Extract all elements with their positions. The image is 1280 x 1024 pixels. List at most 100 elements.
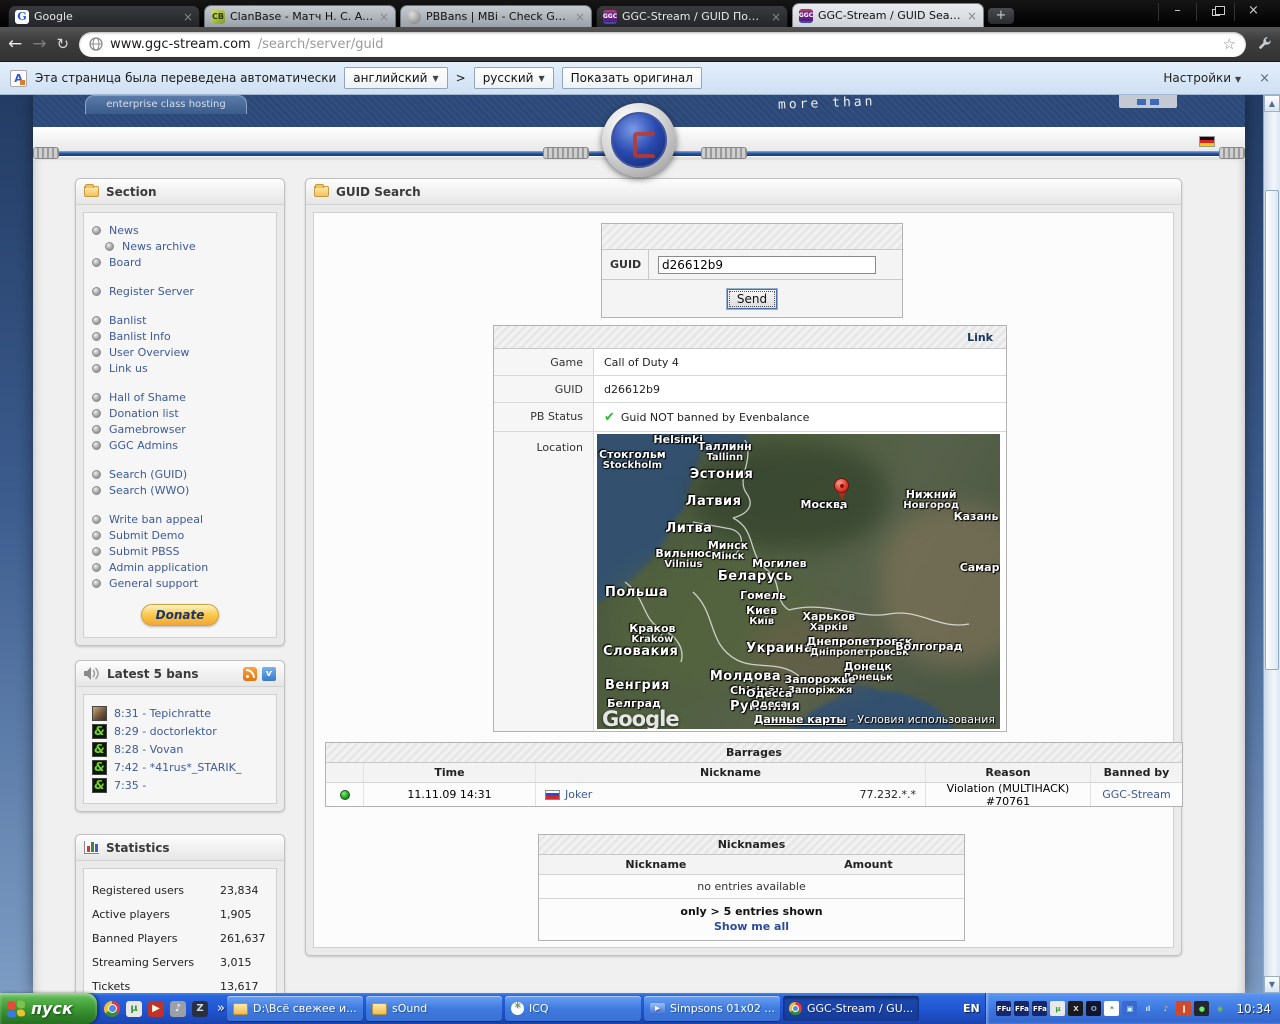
donate-button[interactable]: Donate [141, 604, 219, 626]
sidebar-link[interactable]: Search (WWO) [109, 484, 189, 497]
sidebar-item[interactable]: Donation list [92, 405, 268, 421]
jabber-icon[interactable]: ѵ [262, 666, 276, 681]
ban-entry[interactable]: & 8:29 - doctorlektor [92, 722, 268, 740]
browser-tab[interactable]: G Google × [8, 5, 200, 27]
browser-tab[interactable]: GGC GGC-Stream / GUID Поиск × [596, 5, 788, 27]
tab-close-icon[interactable]: × [967, 10, 977, 22]
banned-by-link[interactable]: GGC-Stream [1102, 788, 1171, 801]
nickname-link[interactable]: Joker [565, 788, 592, 801]
translate-close-icon[interactable]: × [1259, 71, 1270, 86]
taskbar-task[interactable]: * ICQ [504, 996, 641, 1021]
sidebar-item[interactable]: Hall of Shame [92, 389, 268, 405]
table-row[interactable]: 11.11.09 14:31 Joker 77.232.*.* Violation (… [326, 782, 1182, 808]
ban-entry[interactable]: & 7:35 - [92, 776, 268, 794]
sidebar-link[interactable]: News [109, 224, 139, 237]
sidebar-link[interactable]: Banlist Info [109, 330, 171, 343]
sidebar-item[interactable]: Board [92, 254, 268, 270]
utorrent-tray-icon[interactable]: µ [1050, 1001, 1066, 1016]
opera-icon[interactable]: O [1086, 1001, 1102, 1016]
tab-close-icon[interactable]: × [575, 11, 585, 23]
taskbar-task[interactable]: GGC-Stream / GU... [782, 996, 919, 1021]
sidebar-link[interactable]: Admin application [109, 561, 208, 574]
nvidia-icon[interactable]: ◉ [1212, 1001, 1227, 1016]
sidebar-item[interactable]: Search (GUID) [92, 466, 268, 482]
back-icon[interactable]: ← [8, 35, 22, 53]
start-button[interactable]: пуск [0, 993, 97, 1024]
sidebar-item[interactable]: News [92, 222, 268, 238]
show-me-all-link[interactable]: Show me all [539, 920, 964, 933]
sidebar-link[interactable]: User Overview [109, 346, 189, 359]
utorrent-icon[interactable]: µ [126, 1000, 142, 1017]
remote-icon[interactable]: Z [192, 1000, 208, 1017]
browser-tab[interactable]: PBBans | MBi - Check GUID × [400, 5, 592, 27]
sidebar-link[interactable]: Submit Demo [109, 529, 184, 542]
sidebar-item[interactable]: Banlist [92, 312, 268, 328]
sidebar-link[interactable]: Hall of Shame [109, 391, 186, 404]
scroll-down-icon[interactable]: ▼ [1264, 976, 1280, 993]
sidebar-item[interactable]: General support [92, 575, 268, 591]
tab-close-icon[interactable]: × [771, 11, 781, 23]
translate-settings[interactable]: Настройки ▼ [1163, 71, 1241, 85]
sidebar-link[interactable]: News archive [122, 240, 196, 253]
sidebar-item[interactable]: Write ban appeal [92, 511, 268, 527]
link-header-link[interactable]: Link [967, 331, 993, 344]
rss-icon[interactable] [243, 666, 257, 681]
sidebar-link[interactable]: GGC Admins [109, 439, 178, 452]
close-icon[interactable]: × [1234, 3, 1272, 21]
flashfxp-a2-icon[interactable]: FFa [1032, 1001, 1048, 1016]
ggc-logo[interactable] [602, 103, 676, 177]
sidebar-link[interactable]: Submit PBSS [109, 545, 179, 558]
sidebar-link[interactable]: Board [109, 256, 141, 269]
sidebar-link[interactable]: Link us [109, 362, 148, 375]
browser-tab[interactable]: CB ClanBase - Матч Н. С. ACG × [204, 5, 396, 27]
sidebar-item[interactable]: Register Server [92, 283, 268, 299]
new-tab-button[interactable]: + [988, 8, 1014, 24]
forward-icon[interactable]: → [32, 35, 46, 53]
sidebar-item[interactable]: Gamebrowser [92, 421, 268, 437]
sidebar-item[interactable]: GGC Admins [92, 437, 268, 453]
volume-icon[interactable]: ♪ [170, 1000, 186, 1017]
ban-entry[interactable]: & 7:42 - *41rus*_STARIK_ [92, 758, 268, 776]
sidebar-link[interactable]: Search (GUID) [109, 468, 187, 481]
sidebar-link[interactable]: Gamebrowser [109, 423, 186, 436]
guid-input[interactable] [658, 255, 876, 274]
sidebar-link[interactable]: Donation list [109, 407, 179, 420]
wrench-icon[interactable] [1256, 36, 1272, 52]
xfire-icon[interactable]: X [1068, 1001, 1084, 1016]
chrome-icon[interactable] [104, 1000, 120, 1017]
flashfxp-a-icon[interactable]: FFa [1014, 1001, 1030, 1016]
sidebar-item[interactable]: Banlist Info [92, 328, 268, 344]
browser-tab[interactable]: GGC GGC-Stream / GUID Search × [792, 3, 984, 27]
flashfxp-u-icon[interactable]: FFu [996, 1001, 1012, 1016]
ban-entry[interactable]: 8:31 - Tepichratte [92, 704, 268, 722]
show-original-button[interactable]: Показать оригинал [561, 67, 702, 89]
sidebar-item[interactable]: Admin application [92, 559, 268, 575]
sidebar-item[interactable]: User Overview [92, 344, 268, 360]
sidebar-item[interactable]: Submit Demo [92, 527, 268, 543]
volume-tray-icon[interactable]: ♪ [1158, 1001, 1173, 1016]
source-language-select[interactable]: английский ▼ [344, 67, 448, 89]
taskbar-task[interactable]: sOund [365, 996, 502, 1021]
language-indicator[interactable]: EN [957, 1002, 985, 1015]
icq-tray-icon[interactable]: * [1104, 1001, 1120, 1016]
sidebar-item[interactable]: Submit PBSS [92, 543, 268, 559]
map-data-link[interactable]: Данные карты [754, 713, 847, 726]
restore-icon[interactable] [1196, 3, 1234, 21]
tab-close-icon[interactable]: × [183, 11, 193, 23]
map-marker-pin[interactable] [833, 478, 851, 511]
network-icon[interactable]: ıl [1140, 1001, 1155, 1016]
ban-entry[interactable]: & 8:28 - Vovan [92, 740, 268, 758]
sidebar-link[interactable]: Register Server [109, 285, 194, 298]
reload-icon[interactable]: ↻ [57, 35, 70, 53]
sidebar-link[interactable]: Write ban appeal [109, 513, 203, 526]
page-scrollbar[interactable]: ▲ ▼ [1263, 95, 1280, 993]
scroll-up-icon[interactable]: ▲ [1264, 95, 1280, 112]
traffic-icon[interactable]: ‖ [1176, 1001, 1192, 1016]
url-bar[interactable]: www.ggc-stream.com /search/server/guid ☆ [79, 31, 1246, 57]
hosting-ad-banner[interactable]: enterprise class hosting [85, 95, 247, 114]
flashget-icon[interactable]: ▶ [148, 1000, 164, 1017]
taskbar-task[interactable]: ▸ Simpsons 01x02 ... [643, 996, 780, 1021]
target-language-select[interactable]: русский ▼ [473, 67, 554, 89]
minimize-icon[interactable]: – [1158, 3, 1196, 21]
sidebar-item[interactable]: News archive [105, 238, 268, 254]
